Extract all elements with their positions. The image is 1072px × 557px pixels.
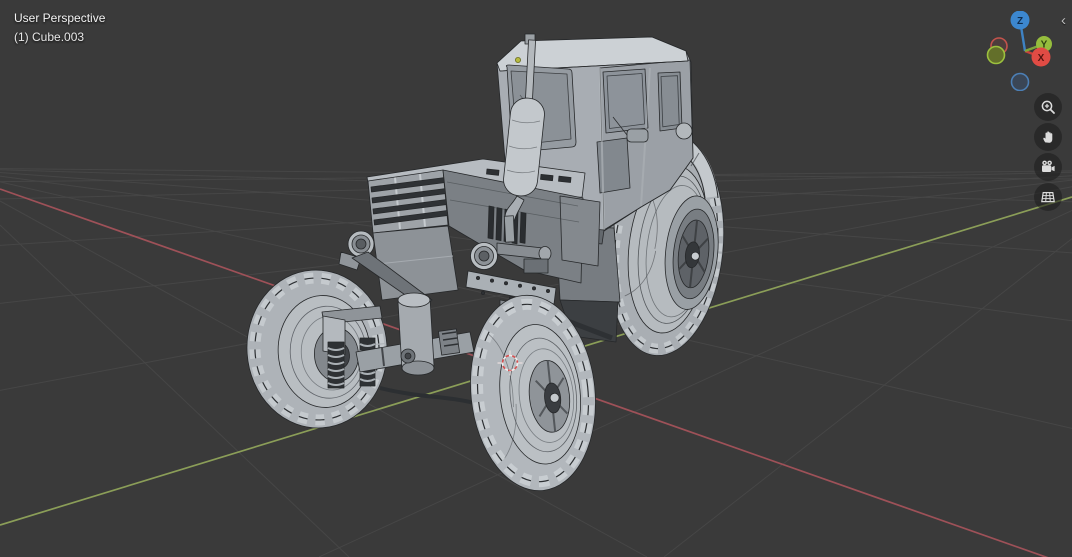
- camera-view-icon: [1042, 160, 1055, 172]
- pan-button[interactable]: [1034, 123, 1062, 151]
- gizmo-axis-negative-y[interactable]: [986, 45, 1006, 65]
- roof-beacon: [515, 57, 522, 64]
- sidebar-collapse-chevron[interactable]: ‹: [1061, 13, 1066, 28]
- toggle-perspective-button[interactable]: [1034, 183, 1062, 211]
- fender-lamp: [675, 122, 693, 140]
- viewport-side-toolbar: [1034, 93, 1062, 213]
- gizmo-z-label: Z: [1017, 16, 1023, 27]
- gizmo-axis-negative-z[interactable]: [1010, 72, 1030, 92]
- pan-hand-icon: [1043, 131, 1053, 143]
- navigation-gizmo[interactable]: Y X Z: [985, 10, 1065, 92]
- viewport-scene[interactable]: [0, 0, 1072, 557]
- camera-view-button[interactable]: [1034, 153, 1062, 181]
- gizmo-axis-z[interactable]: Z: [1010, 10, 1030, 30]
- zoom-in-magnifier-icon: [1041, 100, 1055, 114]
- blender-3d-viewport[interactable]: User Perspective (1) Cube.003 Y X Z ‹: [0, 0, 1072, 557]
- gizmo-x-label: X: [1038, 53, 1045, 64]
- gizmo-axis-x[interactable]: X: [1031, 47, 1051, 67]
- perspective-grid-icon: [1041, 192, 1055, 203]
- zoom-button[interactable]: [1034, 93, 1062, 121]
